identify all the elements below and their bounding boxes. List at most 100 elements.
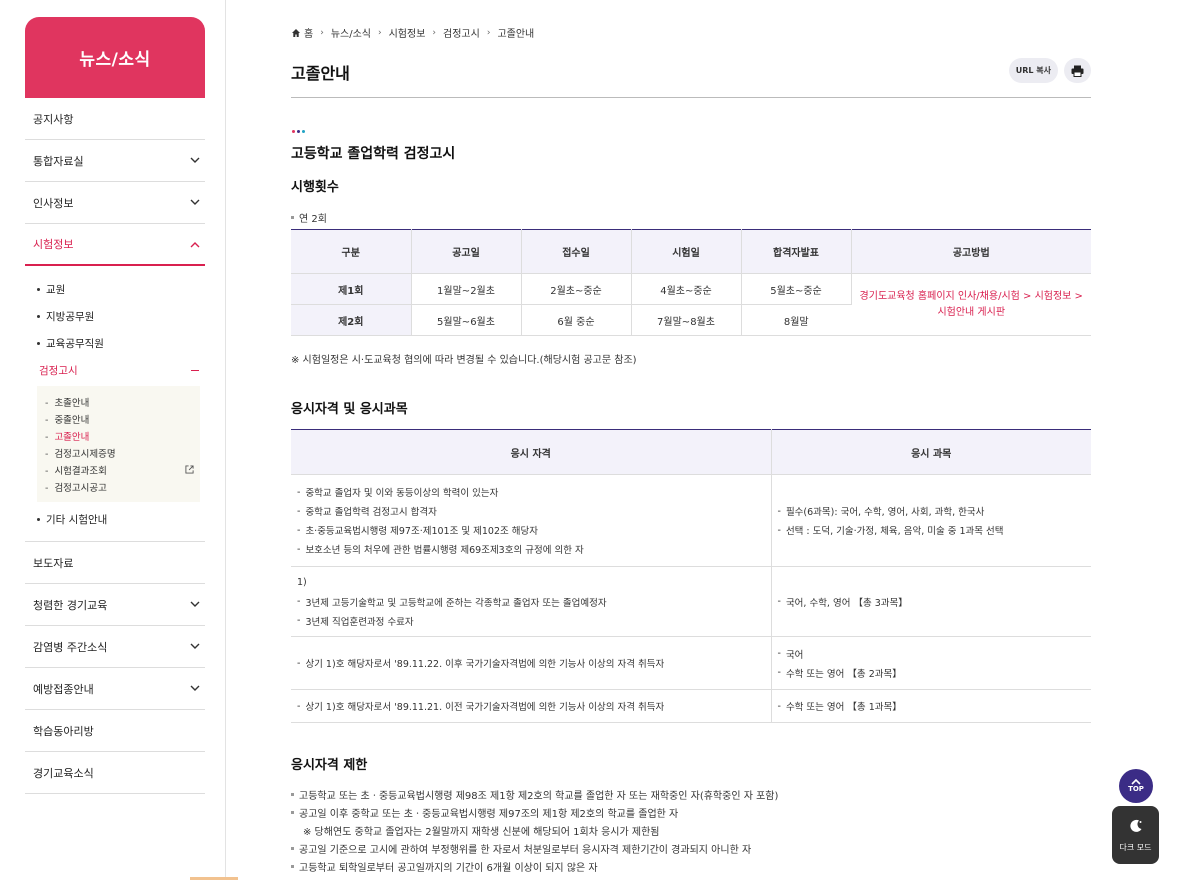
chevron-down-icon: [189, 683, 201, 695]
scroll-top-button[interactable]: TOP: [1119, 769, 1153, 803]
breadcrumb-home[interactable]: 홈: [291, 25, 313, 40]
breadcrumb-exam[interactable]: 시험정보: [389, 25, 426, 40]
subject-cell: 국어 수학 또는 영어 【총 2과목】: [771, 636, 1091, 690]
section-title: 응시자격 및 응시과목: [291, 402, 408, 417]
bullet-dot: [37, 315, 40, 318]
ged-item-certificate[interactable]: 검정고시제증명: [45, 444, 194, 461]
qualification-line: 초·중등교육법시행령 제97조·제101조 및 제102조 해당자: [297, 521, 765, 540]
qualification-line: 상기 1)호 해당자로서 '89.11.22. 이후 국가기술자격법에 의한 기…: [297, 654, 765, 673]
sidebar-item-integrity[interactable]: 청렴한 경기교육: [25, 584, 205, 626]
subject-line: 국어: [778, 644, 1086, 663]
ged-item-label: 시험결과조회: [45, 463, 106, 477]
submenu-item-edu-staff[interactable]: 교육공무직원: [33, 330, 205, 357]
title-divider: [291, 97, 1091, 98]
table-cell: 제2회: [291, 304, 412, 336]
table-row: 상기 1)호 해당자로서 '89.11.21. 이전 국가기술자격법에 의한 기…: [291, 689, 1091, 723]
external-link-icon: [185, 465, 194, 474]
table-cell: 5월말~6월초: [411, 304, 522, 336]
chevron-up-icon: [189, 238, 201, 250]
ged-item-elementary[interactable]: 초졸안내: [45, 393, 194, 410]
subject-line: 국어, 수학, 영어 【총 3과목】: [778, 592, 1086, 611]
chevron-down-icon: [189, 155, 201, 167]
announcement-method-link[interactable]: 경기도교육청 홈페이지 인사/채용/시험 > 시험정보 > 시험안내 게시판: [851, 273, 1091, 336]
breadcrumb-ged[interactable]: 검정고시: [443, 25, 480, 40]
bullet-dot: [37, 342, 40, 345]
sidebar-item-vaccination[interactable]: 예방접종안내: [25, 668, 205, 710]
sidebar: 뉴스/소식 공지사항 통합자료실 인사정보 시험정보 교원 지방공무원 교육공무…: [25, 17, 205, 794]
ged-submenu: 초졸안내 중졸안내 고졸안내 검정고시제증명 시험결과조회 검정고시공고: [37, 386, 200, 502]
sidebar-item-exam[interactable]: 시험정보: [25, 224, 205, 266]
chevron-down-icon: [189, 641, 201, 653]
submenu-label: 교육공무직원: [46, 338, 104, 350]
table-cell: 4월초~중순: [631, 273, 742, 305]
sidebar-item-archive[interactable]: 통합자료실: [25, 140, 205, 182]
submenu-item-local-official[interactable]: 지방공무원: [33, 303, 205, 330]
sidebar-menu: 공지사항 통합자료실 인사정보 시험정보: [25, 98, 205, 266]
ged-item-middle[interactable]: 중졸안내: [45, 410, 194, 427]
sidebar-item-news[interactable]: 경기교육소식: [25, 752, 205, 794]
sidebar-item-personnel[interactable]: 인사정보: [25, 182, 205, 224]
restriction-item: 공고일 이후 중학교 또는 초ㆍ중등교육법시행령 제97조의 제1항 제2호의 …: [291, 804, 778, 823]
qualification-number: 1): [297, 577, 307, 588]
submenu-item-other[interactable]: 기타 시험안내: [33, 506, 205, 533]
table-cell: 2월초~중순: [521, 273, 632, 305]
table-header: 합격자발표: [741, 229, 852, 274]
ged-item-label: 초졸안내: [45, 395, 89, 409]
breadcrumb-current: 고졸안내: [497, 29, 535, 40]
submenu-item-teacher[interactable]: 교원: [33, 276, 205, 303]
sidebar-item-label: 예방접종안내: [33, 682, 94, 696]
sidebar-item-label: 시험정보: [33, 238, 74, 251]
sidebar-item-infection[interactable]: 감염병 주간소식: [25, 626, 205, 668]
schedule-table: 구분 공고일 접수일 시험일 합격자발표 공고방법 제1회 1월말~2월초 2월…: [291, 229, 1091, 336]
restriction-list: 고등학교 또는 초ㆍ중등교육법시행령 제98조 제1항 제2호의 학교를 졸업한…: [291, 785, 778, 876]
table-header-row: 구분 공고일 접수일 시험일 합격자발표 공고방법: [291, 229, 1091, 274]
sidebar-item-label: 인사정보: [33, 196, 74, 210]
qualification-cell: 상기 1)호 해당자로서 '89.11.21. 이전 국가기술자격법에 의한 기…: [291, 689, 772, 723]
sidebar-item-notice[interactable]: 공지사항: [25, 98, 205, 140]
qualification-line: 상기 1)호 해당자로서 '89.11.21. 이전 국가기술자격법에 의한 기…: [297, 697, 765, 716]
table-cell: 1월말~2월초: [411, 273, 522, 305]
table-cell: 8월말: [741, 304, 851, 336]
ged-item-label: 중졸안내: [45, 412, 89, 426]
table-header: 공고방법: [851, 229, 1091, 274]
exam-count: 연 2회: [291, 210, 327, 225]
dark-mode-button[interactable]: 다크 모드: [1112, 806, 1159, 864]
section-subtitle: 시행횟수: [291, 180, 339, 195]
table-header: 공고일: [411, 229, 522, 274]
ged-item-high[interactable]: 고졸안내: [45, 427, 194, 444]
page-tools: URL 복사: [1008, 58, 1091, 83]
submenu-item-ged[interactable]: 검정고시: [33, 357, 205, 384]
sidebar-menu-lower: 보도자료 청렴한 경기교육 감염병 주간소식 예방접종안내 학습동아리방 경기교…: [25, 542, 205, 794]
ged-item-label: 고졸안내: [45, 429, 89, 443]
sidebar-item-label: 학습동아리방: [33, 724, 94, 738]
bullet-dot: [37, 518, 40, 521]
sidebar-item-study-club[interactable]: 학습동아리방: [25, 710, 205, 752]
submenu-label: 검정고시: [39, 365, 78, 377]
ged-item-results[interactable]: 시험결과조회: [45, 461, 194, 478]
chevron-right-icon: ›: [432, 27, 437, 38]
restriction-note: ※ 당해연도 중학교 졸업자는 2월말까지 재학생 신분에 해당되어 1회차 응…: [303, 827, 660, 838]
schedule-note: ※ 시험일정은 시·도교육청 협의에 따라 변경될 수 있습니다.(해당시험 공…: [291, 355, 637, 366]
submenu-label: 지방공무원: [46, 311, 95, 323]
sidebar-item-label: 청렴한 경기교육: [33, 598, 108, 612]
print-button[interactable]: [1064, 58, 1091, 83]
breadcrumb-news[interactable]: 뉴스/소식: [331, 25, 371, 40]
ged-item-label: 검정고시공고: [45, 480, 106, 494]
sidebar-item-label: 보도자료: [33, 556, 74, 570]
sidebar-item-press[interactable]: 보도자료: [25, 542, 205, 584]
table-header: 응시 자격: [291, 429, 772, 475]
submenu-label: 기타 시험안내: [46, 514, 108, 526]
url-copy-button[interactable]: URL 복사: [1008, 58, 1058, 83]
table-cell: 7월말~8월초: [631, 304, 742, 336]
qualification-line: 중학교 졸업학력 검정고시 합격자: [297, 502, 765, 521]
minus-icon: [191, 369, 199, 372]
qualification-line: 보호소년 등의 처우에 관한 법률시행령 제69조제3호의 규정에 의한 자: [297, 540, 765, 559]
table-cell: 6월 중순: [521, 304, 632, 336]
section-title: 응시자격 제한: [291, 758, 368, 773]
ged-item-notice[interactable]: 검정고시공고: [45, 478, 194, 495]
breadcrumb-label: 홈: [304, 29, 314, 40]
subject-cell: 필수(6과목): 국어, 수학, 영어, 사회, 과학, 한국사 선택 : 도덕…: [771, 474, 1091, 567]
qualification-line: 중학교 졸업자 및 이와 동등이상의 학력이 있는자: [297, 483, 765, 502]
table-row: 중학교 졸업자 및 이와 동등이상의 학력이 있는자 중학교 졸업학력 검정고시…: [291, 474, 1091, 567]
table-row: 제1회 1월말~2월초 2월초~중순 4월초~중순 5월초~중순 경기도교육청 …: [291, 273, 1091, 336]
